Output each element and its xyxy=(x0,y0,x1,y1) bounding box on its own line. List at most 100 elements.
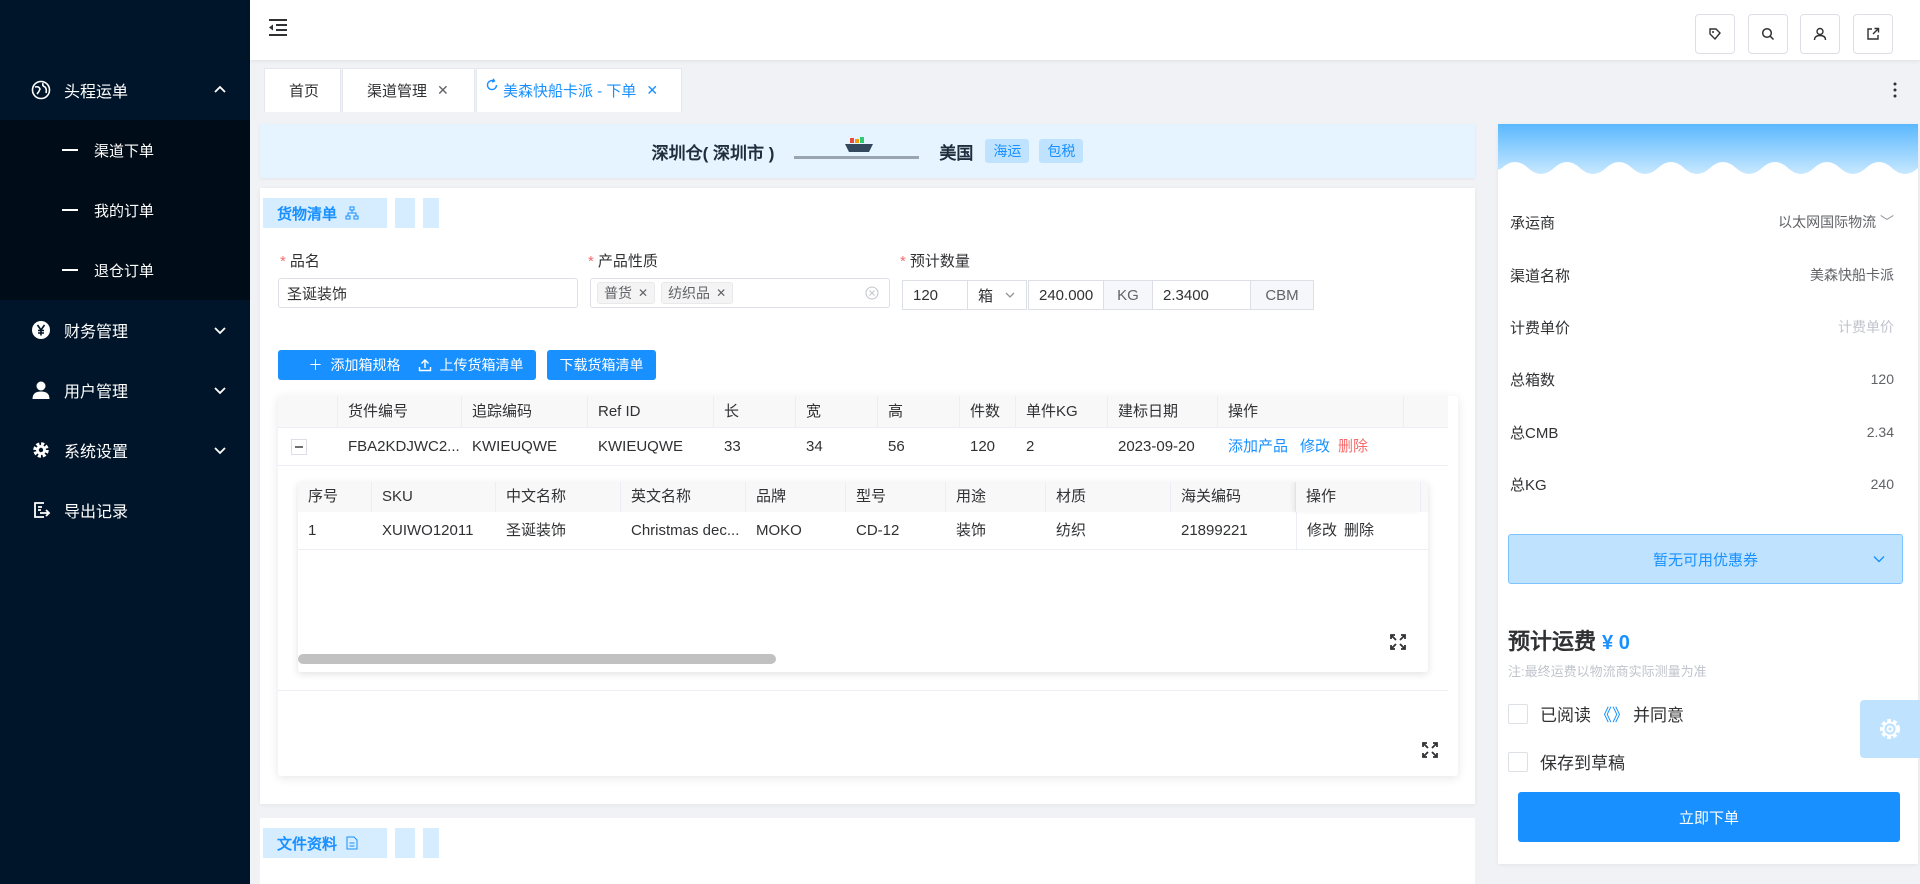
clear-icon[interactable] xyxy=(865,286,879,300)
volume-input[interactable]: 2.3400 xyxy=(1152,280,1251,310)
unit-price-input[interactable]: 计费单价 xyxy=(1838,317,1894,337)
column-header: 件数 xyxy=(960,396,1016,428)
collapse-row-icon[interactable] xyxy=(291,439,307,455)
chip-textiles: 纺织品 ✕ xyxy=(661,282,734,304)
route-destination: 美国 xyxy=(939,143,974,163)
globe-icon xyxy=(30,79,52,101)
tag-tax-included: 包税 xyxy=(1039,139,1084,163)
close-icon[interactable]: ✕ xyxy=(646,82,658,99)
sidebar-item-label: 系统设置 xyxy=(64,444,129,461)
column-header: Ref ID xyxy=(588,396,714,428)
close-icon[interactable]: ✕ xyxy=(638,286,648,300)
sidebar-subitem-my-orders[interactable]: 我的订单 xyxy=(0,180,250,240)
quantity-input[interactable]: 120 xyxy=(902,280,968,310)
unit-price-row: 计费单价 计费单价 xyxy=(1510,317,1894,337)
product-name-input[interactable]: 圣诞装饰 xyxy=(278,278,578,308)
tab-home[interactable]: 首页 xyxy=(264,68,341,112)
more-vertical-icon[interactable] xyxy=(1890,80,1900,100)
sidebar-item-label: 用户管理 xyxy=(64,384,129,401)
column-header: 长 xyxy=(714,396,796,428)
tab-channel-management[interactable]: 渠道管理 ✕ xyxy=(342,68,475,112)
fullscreen-icon[interactable] xyxy=(1420,740,1440,760)
sidebar: 头程运单 渠道下单 我的订单 退仓订单 财务管理 用户管理 系统设置 导出记录 xyxy=(0,0,250,884)
coupon-select[interactable]: 暂无可用优惠券 xyxy=(1508,534,1903,584)
download-box-list-button[interactable]: 下载货箱清单 xyxy=(547,350,656,380)
total-boxes-row: 总箱数 120 xyxy=(1510,371,1894,389)
ship-icon xyxy=(845,136,874,152)
horizontal-scrollbar[interactable] xyxy=(298,654,776,664)
sidebar-item-export[interactable]: 导出记录 xyxy=(0,485,250,535)
logout-button[interactable] xyxy=(1853,14,1893,54)
product-table: 序号 SKU 中文名称 英文名称 品牌 型号 用途 材质 海关编码 操作 1 X… xyxy=(298,482,1428,672)
product-nature-select[interactable]: 普货 ✕ 纺织品 ✕ xyxy=(590,278,890,308)
column-header: 追踪编码 xyxy=(462,396,588,428)
yen-icon xyxy=(30,319,52,341)
column-header: 高 xyxy=(878,396,960,428)
label-estimated-quantity: * 预计数量 xyxy=(900,253,970,270)
tag-button[interactable] xyxy=(1695,14,1735,54)
column-header: 操作 xyxy=(1218,396,1404,428)
sidebar-item-label: 头程运单 xyxy=(64,84,129,101)
save-draft-checkbox[interactable]: 保存到草稿 xyxy=(1508,749,1625,774)
add-product-link[interactable]: 添加产品 xyxy=(1218,428,1298,466)
total-kg-row: 总KG 240 xyxy=(1510,476,1894,494)
search-button[interactable] xyxy=(1748,14,1788,54)
route-banner: 深圳仓( 深圳市 ) 美国 海运 包税 xyxy=(260,124,1475,178)
edit-link[interactable]: 修改 xyxy=(1290,428,1330,466)
box-table: 货件编号 追踪编码 Ref ID 长 宽 高 件数 单件KG 建标日期 操作 F… xyxy=(278,396,1458,776)
sidebar-item-finance[interactable]: 财务管理 xyxy=(0,305,250,355)
document-icon xyxy=(346,836,358,850)
column-header: 序号 xyxy=(298,482,372,512)
chevron-down-icon xyxy=(214,387,226,395)
upload-icon xyxy=(418,359,431,372)
documents-card: 文件资料 xyxy=(260,818,1475,884)
channel-row: 渠道名称 美森快船卡派 xyxy=(1510,267,1894,285)
user-icon xyxy=(1813,27,1827,41)
fullscreen-icon[interactable] xyxy=(1388,632,1408,652)
column-header: 英文名称 xyxy=(621,482,746,512)
chevron-down-icon xyxy=(1005,292,1015,298)
column-header: 中文名称 xyxy=(496,482,621,512)
tab-bar: 首页 渠道管理 ✕ 美森快船卡派 - 下单 ✕ xyxy=(250,66,1920,112)
export-icon xyxy=(30,499,52,521)
close-icon[interactable]: ✕ xyxy=(716,286,726,300)
sidebar-item-label: 财务管理 xyxy=(64,324,129,341)
section-title-cargo: 货物清单 xyxy=(263,198,463,228)
quantity-unit-select[interactable]: 箱 xyxy=(967,280,1027,310)
external-link-icon xyxy=(1867,27,1880,40)
menu-fold-icon[interactable] xyxy=(266,16,290,40)
refresh-icon[interactable] xyxy=(485,77,499,92)
wave-decoration xyxy=(1498,124,1918,174)
delete-link[interactable]: 删除 xyxy=(1334,512,1384,550)
floating-settings-button[interactable] xyxy=(1860,700,1920,758)
tab-order-active[interactable]: 美森快船卡派 - 下单 ✕ xyxy=(476,68,682,112)
column-header: 建标日期 xyxy=(1108,396,1218,428)
order-summary-panel: 承运商 以太网国际物流 ﹀ 渠道名称 美森快船卡派 计费单价 计费单价 总箱数 … xyxy=(1498,124,1918,864)
sidebar-subitem-return-orders[interactable]: 退仓订单 xyxy=(0,240,250,300)
place-order-button[interactable]: 立即下单 xyxy=(1518,792,1900,842)
sidebar-subitem-channel-order[interactable]: 渠道下单 xyxy=(0,120,250,180)
chip-general-goods: 普货 ✕ xyxy=(597,282,656,304)
table-row: 1 XUIWO12011 圣诞装饰 Christmas dec... MOKO … xyxy=(298,512,1428,550)
delete-link[interactable]: 删除 xyxy=(1328,428,1378,466)
chevron-down-icon: ﹀ xyxy=(1880,214,1894,230)
agree-checkbox[interactable]: 已阅读 《》 并同意 xyxy=(1508,701,1684,726)
agreement-link[interactable]: 《》 xyxy=(1595,701,1629,726)
sidebar-item-users[interactable]: 用户管理 xyxy=(0,365,250,415)
plus-icon: ＋ xyxy=(308,357,323,373)
column-header: 海关编码 xyxy=(1171,482,1296,512)
column-header: 单件KG xyxy=(1016,396,1108,428)
weight-input[interactable]: 240.000 xyxy=(1028,280,1104,310)
table-header: 序号 SKU 中文名称 英文名称 品牌 型号 用途 材质 海关编码 操作 xyxy=(298,482,1428,512)
sidebar-item-settings[interactable]: 系统设置 xyxy=(0,425,250,475)
sidebar-item-first-leg[interactable]: 头程运单 xyxy=(0,65,250,115)
column-header: SKU xyxy=(372,482,496,512)
carrier-select[interactable]: 以太网国际物流 ﹀ xyxy=(1778,212,1894,232)
section-title-documents: 文件资料 xyxy=(263,828,463,858)
total-cmb-row: 总CMB 2.34 xyxy=(1510,424,1894,442)
user-button[interactable] xyxy=(1800,14,1840,54)
tag-icon xyxy=(1709,28,1721,41)
upload-box-list-button[interactable]: 上传货箱清单 xyxy=(405,350,536,380)
search-icon xyxy=(1761,27,1775,41)
close-icon[interactable]: ✕ xyxy=(437,82,449,99)
